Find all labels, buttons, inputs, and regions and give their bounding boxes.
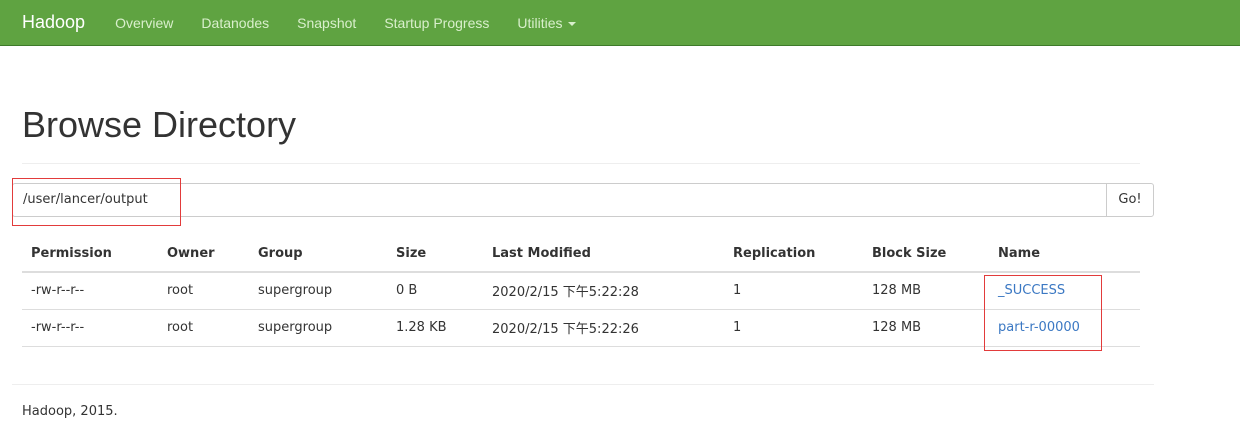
cell-owner: root <box>158 272 249 310</box>
cell-block-size: 128 MB <box>863 309 989 347</box>
cell-last-modified: 2020/2/15 下午5:22:26 <box>483 309 724 347</box>
table-header-row: Permission Owner Group Size Last Modifie… <box>22 236 1140 273</box>
nav-utilities-label: Utilities <box>517 14 563 31</box>
footer-divider <box>12 384 1154 385</box>
top-navbar: Hadoop Overview Datanodes Snapshot Start… <box>0 0 1240 46</box>
cell-size: 0 B <box>387 272 483 310</box>
nav-datanodes[interactable]: Datanodes <box>201 15 269 31</box>
file-link-success[interactable]: _SUCCESS <box>998 283 1065 298</box>
page-title: Browse Directory <box>22 104 297 145</box>
cell-group: supergroup <box>249 309 387 347</box>
cell-last-modified: 2020/2/15 下午5:22:28 <box>483 272 724 310</box>
table-row: -rw-r--r-- root supergroup 0 B 2020/2/15… <box>22 272 1140 310</box>
column-header-permission[interactable]: Permission <box>22 236 158 273</box>
nav-overview[interactable]: Overview <box>115 15 173 31</box>
brand-logo[interactable]: Hadoop <box>22 12 85 33</box>
cell-permission: -rw-r--r-- <box>22 309 158 347</box>
column-header-owner[interactable]: Owner <box>158 236 249 273</box>
nav-utilities-dropdown[interactable]: Utilities <box>517 14 576 31</box>
path-bar: /user/lancer/output Go! <box>12 183 1154 217</box>
nav-startup-progress[interactable]: Startup Progress <box>384 15 489 31</box>
directory-path-input[interactable]: /user/lancer/output <box>12 183 1106 217</box>
cell-block-size: 128 MB <box>863 272 989 310</box>
cell-replication: 1 <box>724 309 863 347</box>
go-button[interactable]: Go! <box>1106 183 1154 217</box>
cell-replication: 1 <box>724 272 863 310</box>
cell-group: supergroup <box>249 272 387 310</box>
cell-name: _SUCCESS <box>989 272 1140 310</box>
cell-size: 1.28 KB <box>387 309 483 347</box>
file-link-part-r-00000[interactable]: part-r-00000 <box>998 320 1080 335</box>
title-divider <box>22 163 1140 164</box>
cell-owner: root <box>158 309 249 347</box>
footer-text: Hadoop, 2015. <box>22 404 118 419</box>
column-header-name[interactable]: Name <box>989 236 1140 273</box>
nav-snapshot[interactable]: Snapshot <box>297 15 356 31</box>
file-listing-table: Permission Owner Group Size Last Modifie… <box>22 236 1140 347</box>
column-header-block-size[interactable]: Block Size <box>863 236 989 273</box>
column-header-group[interactable]: Group <box>249 236 387 273</box>
cell-permission: -rw-r--r-- <box>22 272 158 310</box>
chevron-down-icon <box>567 21 576 26</box>
table-row: -rw-r--r-- root supergroup 1.28 KB 2020/… <box>22 309 1140 347</box>
column-header-last-modified[interactable]: Last Modified <box>483 236 724 273</box>
cell-name: part-r-00000 <box>989 309 1140 347</box>
column-header-size[interactable]: Size <box>387 236 483 273</box>
column-header-replication[interactable]: Replication <box>724 236 863 273</box>
